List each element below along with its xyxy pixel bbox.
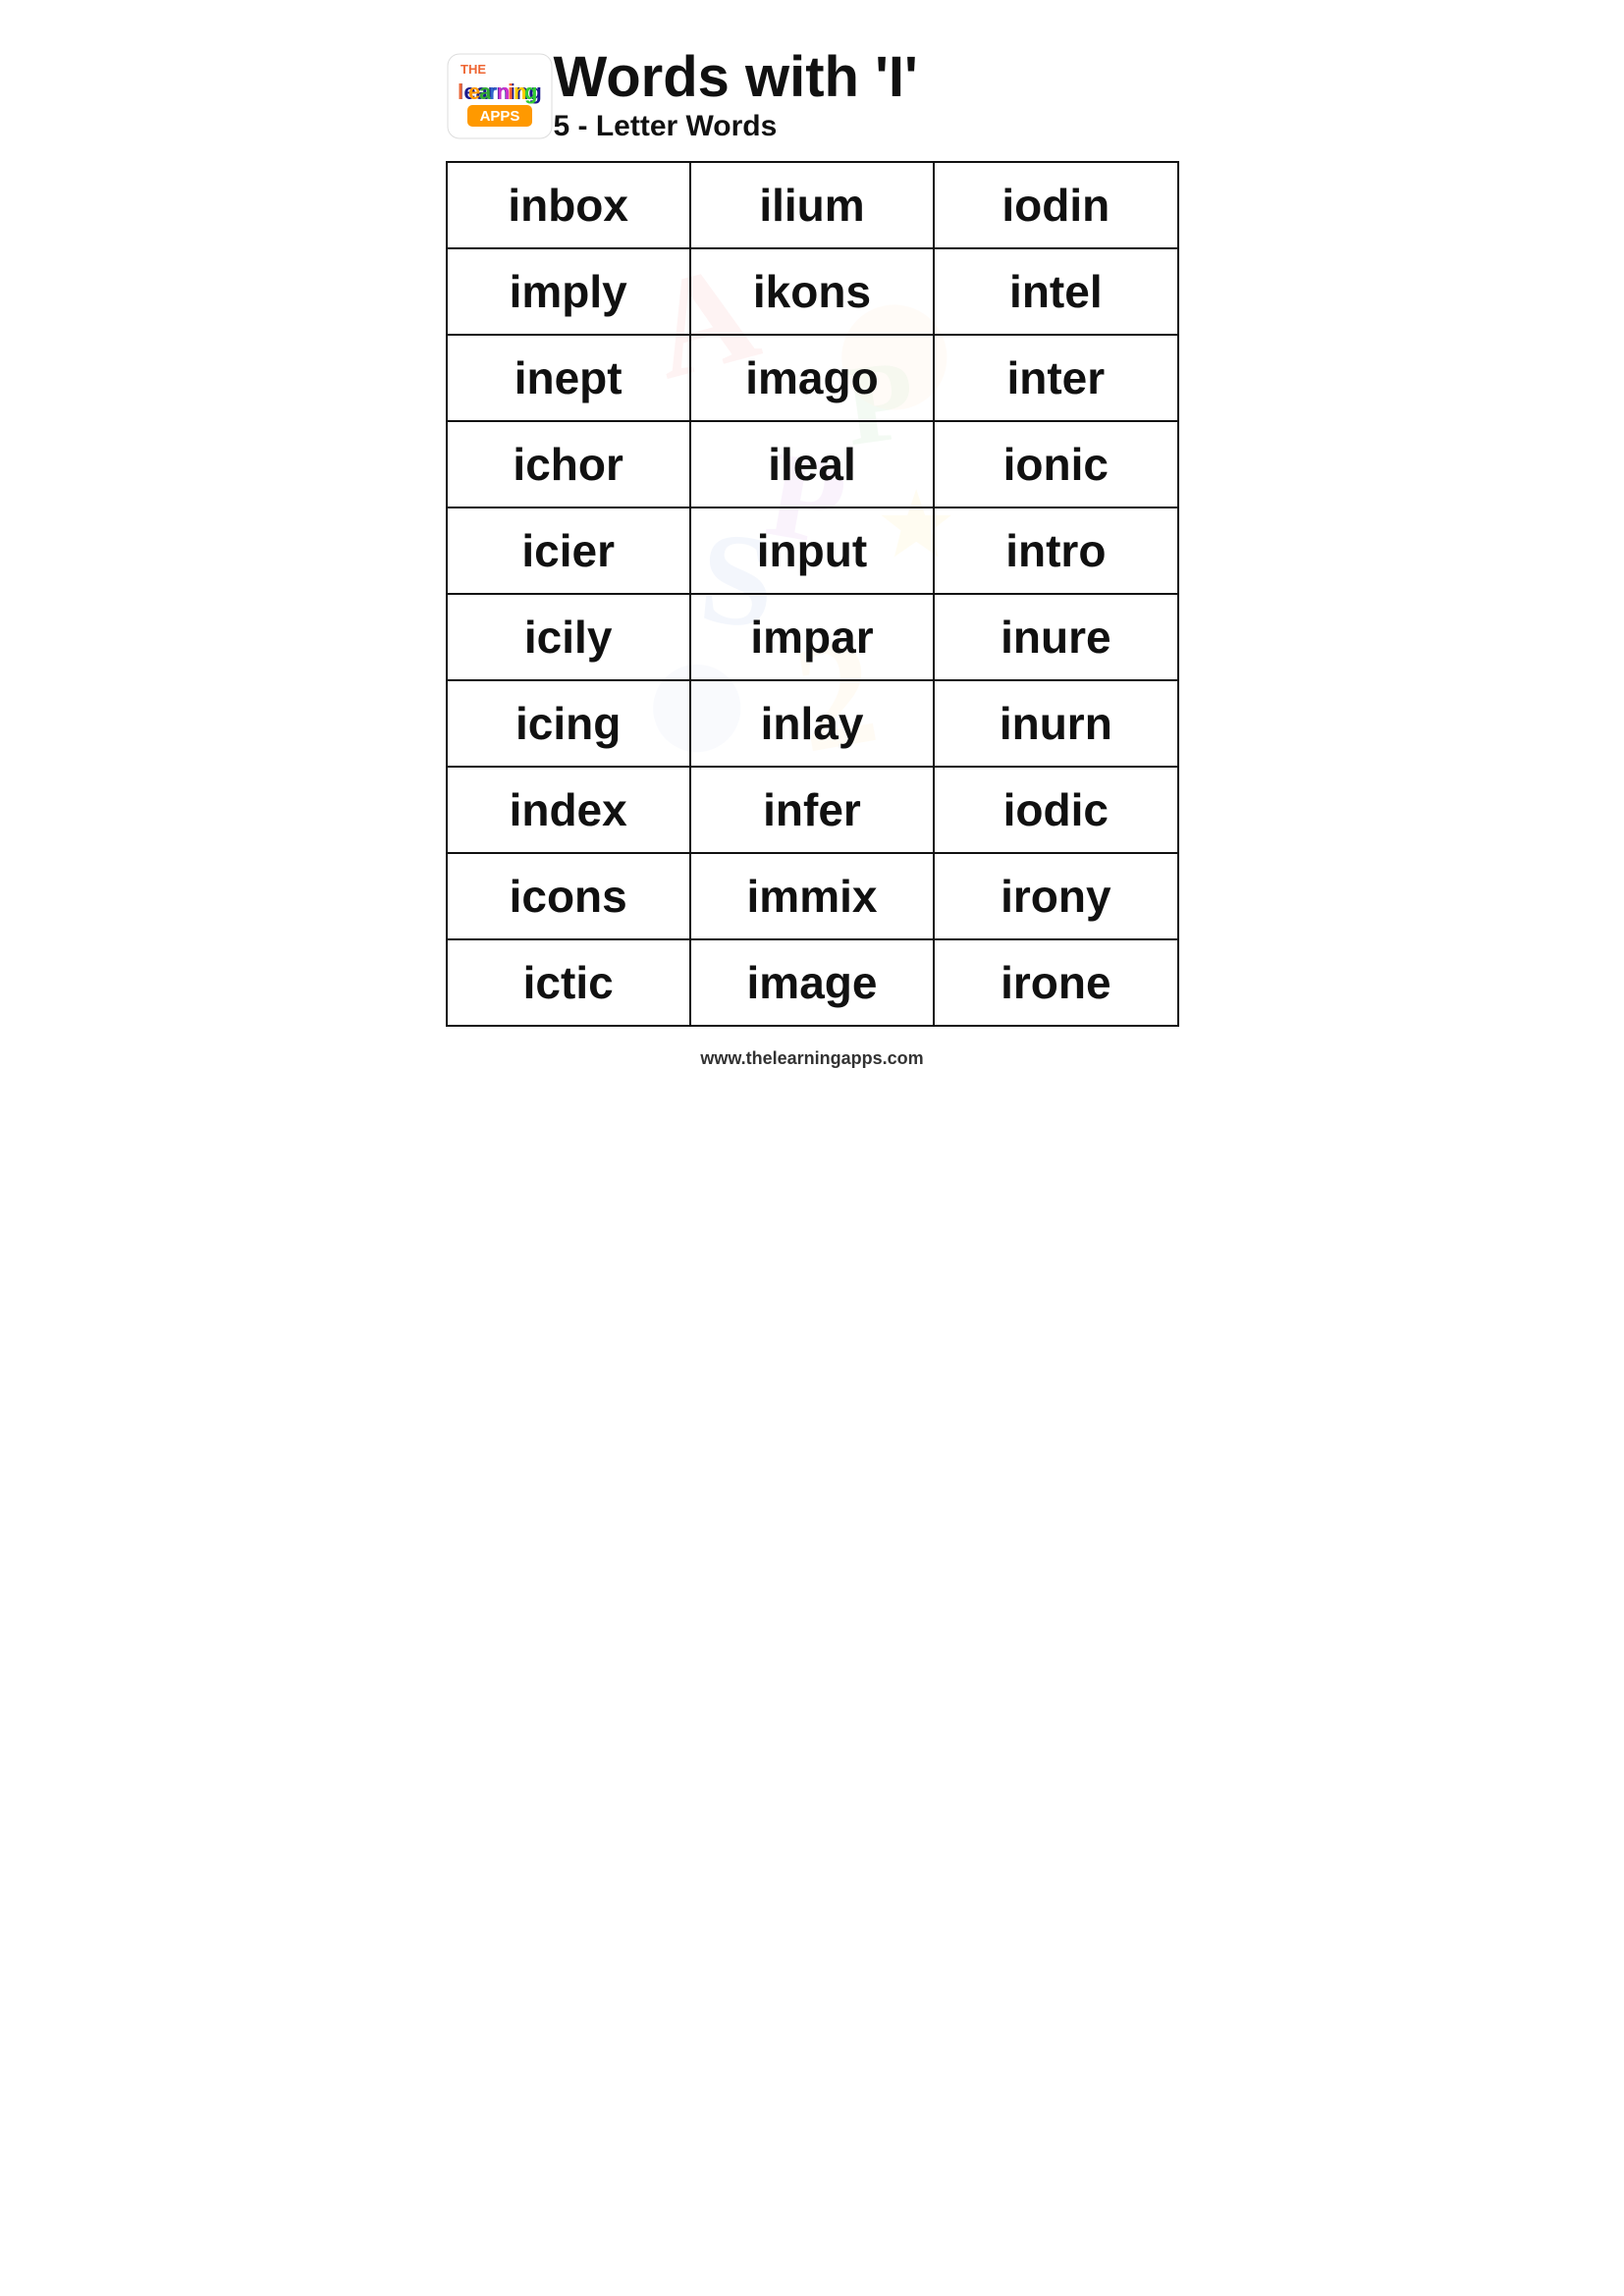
subtitle: 5 - Letter Words	[554, 110, 918, 143]
word-cell: irone	[934, 939, 1177, 1026]
word-cell: ikons	[690, 248, 934, 335]
footer-url: www.thelearningapps.com	[700, 1048, 923, 1068]
header-text: Words with 'I' 5 - Letter Words	[554, 49, 918, 143]
table-row: icinginlayinurn	[447, 680, 1178, 767]
logo: THE learning l e a r n i n g APPS	[446, 52, 554, 140]
word-cell: ictic	[447, 939, 690, 1026]
footer: www.thelearningapps.com	[446, 1048, 1179, 1069]
header: THE learning l e a r n i n g APPS Words …	[446, 49, 1179, 143]
word-cell: imago	[690, 335, 934, 421]
word-cell: inurn	[934, 680, 1177, 767]
word-cell: immix	[690, 853, 934, 939]
svg-text:g: g	[524, 80, 537, 104]
word-cell: ionic	[934, 421, 1177, 507]
word-cell: inlay	[690, 680, 934, 767]
table-row: icticimageirone	[447, 939, 1178, 1026]
word-cell: ileal	[690, 421, 934, 507]
word-cell: ichor	[447, 421, 690, 507]
word-cell: inure	[934, 594, 1177, 680]
word-cell: iodin	[934, 162, 1177, 248]
word-cell: inept	[447, 335, 690, 421]
word-cell: index	[447, 767, 690, 853]
table-row: iconsimmixirony	[447, 853, 1178, 939]
word-cell: input	[690, 507, 934, 594]
word-cell: icier	[447, 507, 690, 594]
table-row: inboxiliumiodin	[447, 162, 1178, 248]
word-cell: imply	[447, 248, 690, 335]
word-cell: icons	[447, 853, 690, 939]
table-row: icilyimparinure	[447, 594, 1178, 680]
word-cell: inter	[934, 335, 1177, 421]
page: THE learning l e a r n i n g APPS Words …	[406, 20, 1218, 1108]
word-cell: icing	[447, 680, 690, 767]
word-cell: intel	[934, 248, 1177, 335]
table-row: icierinputintro	[447, 507, 1178, 594]
word-cell: image	[690, 939, 934, 1026]
word-table: inboxiliumiodinimplyikonsintelineptimago…	[446, 161, 1179, 1027]
svg-text:THE: THE	[460, 62, 486, 77]
table-row: indexinferiodic	[447, 767, 1178, 853]
svg-text:l: l	[458, 80, 463, 104]
word-cell: iodic	[934, 767, 1177, 853]
table-row: ichorilealionic	[447, 421, 1178, 507]
table-row: implyikonsintel	[447, 248, 1178, 335]
word-cell: icily	[447, 594, 690, 680]
word-cell: infer	[690, 767, 934, 853]
word-cell: irony	[934, 853, 1177, 939]
word-cell: intro	[934, 507, 1177, 594]
main-title: Words with 'I'	[554, 49, 918, 106]
word-cell: ilium	[690, 162, 934, 248]
table-row: ineptimagointer	[447, 335, 1178, 421]
word-cell: impar	[690, 594, 934, 680]
svg-text:APPS: APPS	[479, 108, 519, 125]
word-cell: inbox	[447, 162, 690, 248]
